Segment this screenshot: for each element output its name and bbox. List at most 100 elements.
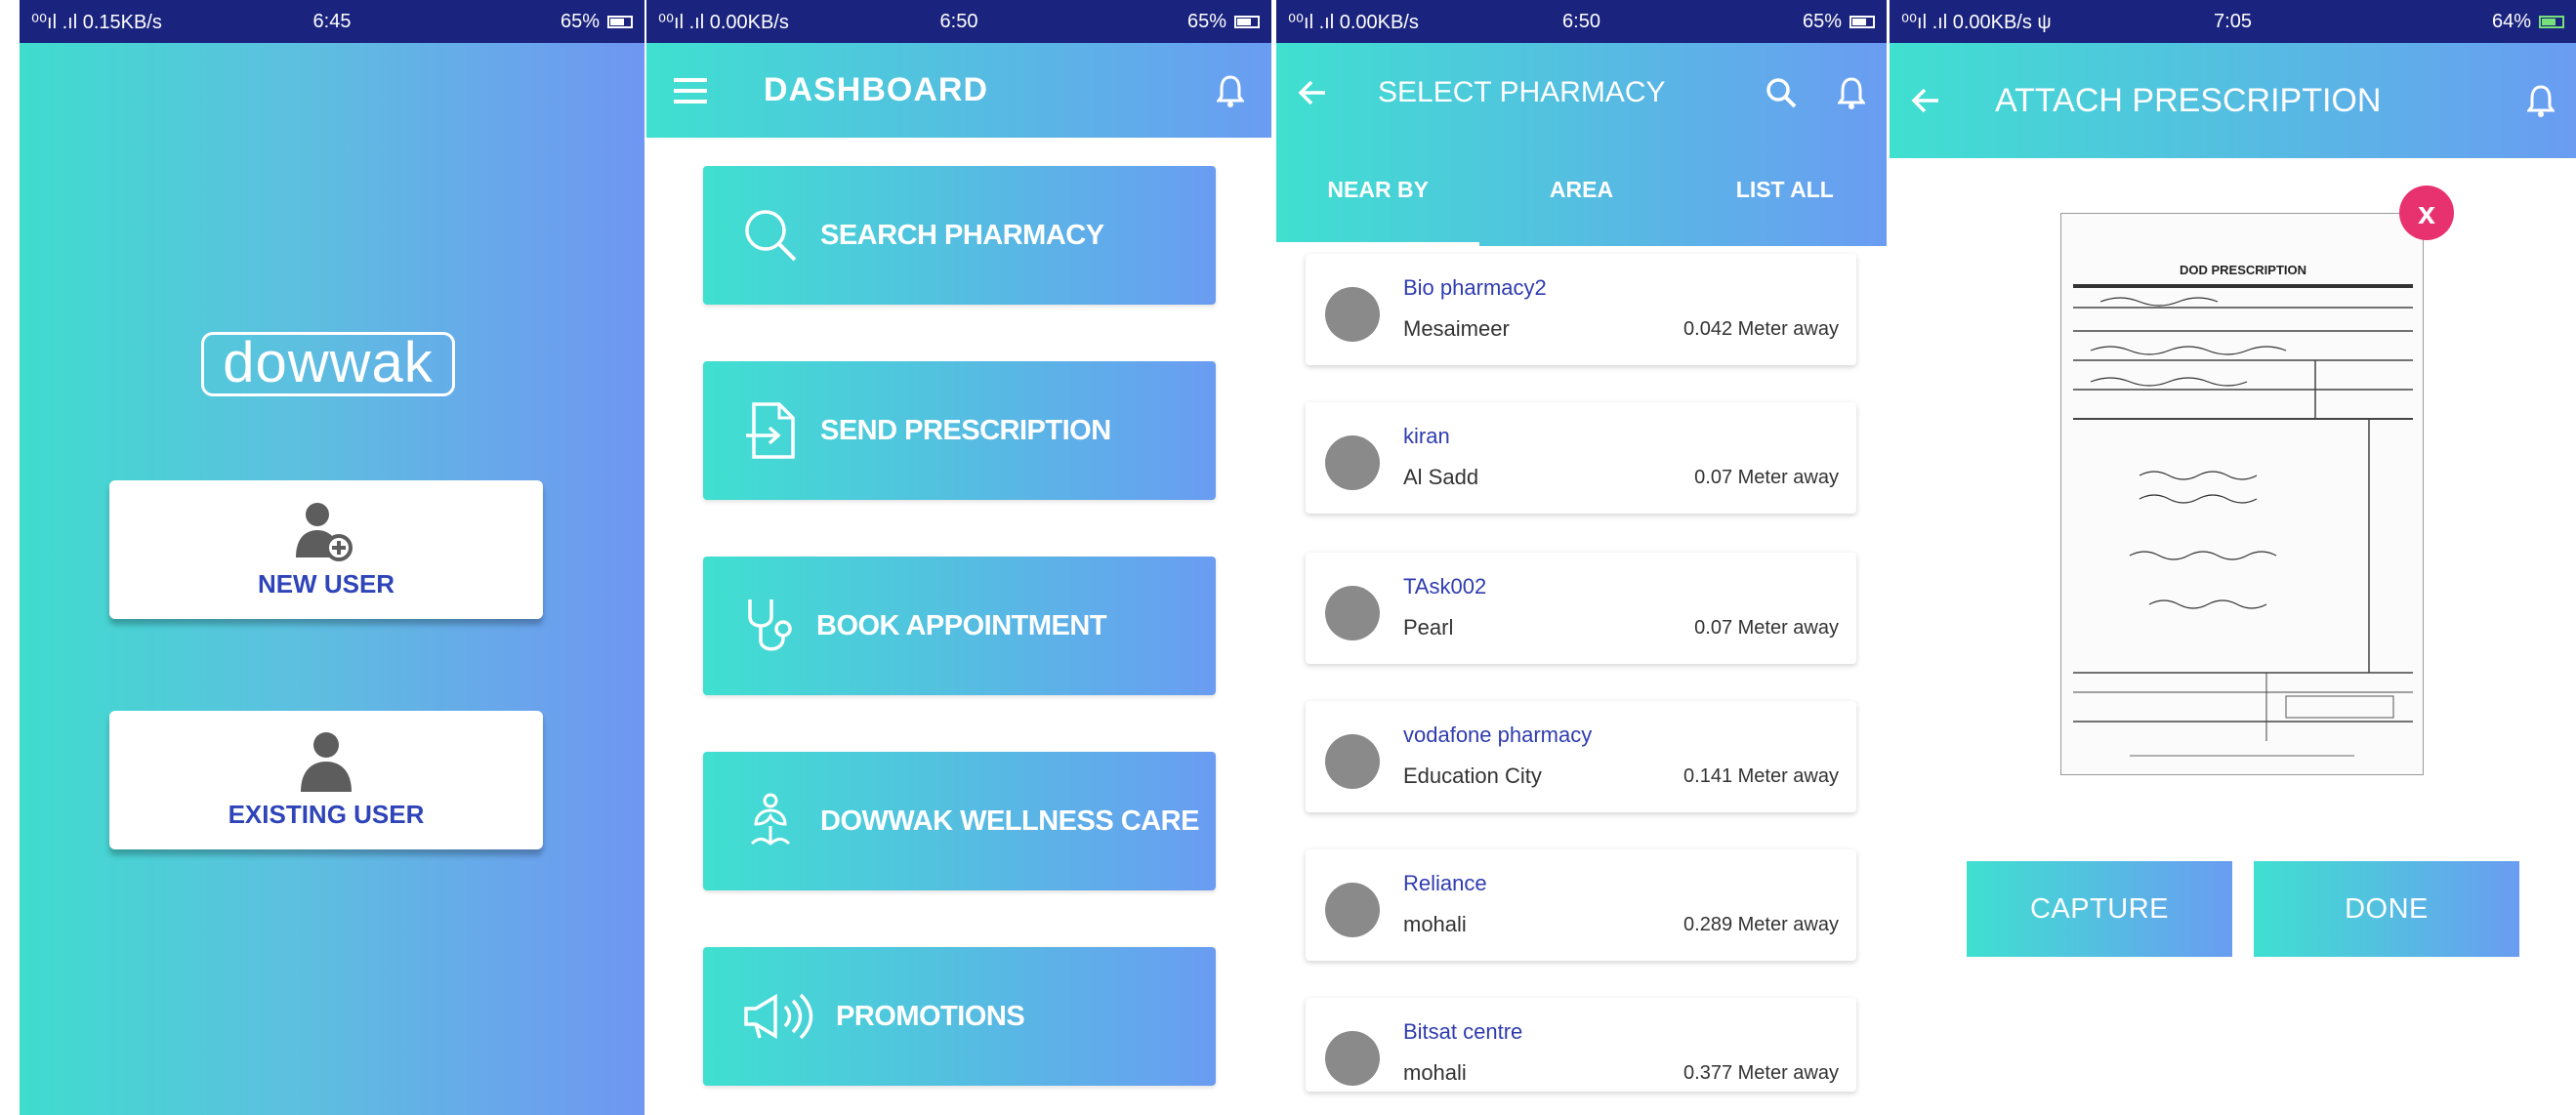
battery-icon bbox=[2538, 15, 2564, 28]
back-arrow-icon[interactable] bbox=[1298, 80, 1327, 105]
existing-user-button[interactable]: EXISTING USER bbox=[109, 711, 543, 849]
search-icon bbox=[745, 210, 797, 262]
battery-status: 65% bbox=[1680, 11, 1875, 33]
book-appointment-label: BOOK APPOINTMENT bbox=[816, 609, 1107, 641]
pharmacy-list-item[interactable]: kiran Al Sadd 0.07 Meter away bbox=[1306, 402, 1856, 514]
user-icon bbox=[301, 731, 352, 792]
pharmacy-area: Education City bbox=[1403, 764, 1542, 788]
page-title: DASHBOARD bbox=[764, 71, 988, 108]
select-pharmacy-screen: ⁰⁰ıl .ıl 0.00KB/s 6:50 65% SELECT PHARMA… bbox=[1276, 0, 1887, 1115]
pharmacy-distance: 0.377 Meter away bbox=[1683, 1062, 1839, 1084]
pharmacy-area: Mesaimeer bbox=[1403, 316, 1510, 341]
promotions-label: PROMOTIONS bbox=[836, 1000, 1025, 1032]
tab-near-by[interactable]: NEAR BY bbox=[1276, 143, 1480, 246]
pharmacy-name: kiran bbox=[1403, 424, 1450, 448]
network-status: ⁰⁰ıl .ıl 0.00KB/s bbox=[1288, 11, 1419, 33]
pharmacy-area: mohali bbox=[1403, 912, 1467, 936]
search-pharmacy-label: SEARCH PHARMACY bbox=[820, 219, 1104, 251]
search-icon[interactable] bbox=[1766, 77, 1797, 108]
tab-list-all[interactable]: LIST ALL bbox=[1683, 143, 1887, 246]
app-bar: SELECT PHARMACY NEAR BY AREA LIST ALL bbox=[1276, 43, 1887, 246]
battery-percent: 65% bbox=[560, 10, 600, 32]
new-user-button[interactable]: NEW USER bbox=[109, 480, 543, 619]
pharmacy-name: Bitsat centre bbox=[1403, 1019, 1523, 1044]
battery-percent: 64% bbox=[2491, 10, 2531, 32]
tab-bar: NEAR BY AREA LIST ALL bbox=[1276, 143, 1887, 246]
prescription-scan: DOD PRESCRIPTION bbox=[2073, 263, 2413, 757]
app-bar: ATTACH PRESCRIPTION bbox=[1890, 43, 2576, 158]
pharmacy-area: mohali bbox=[1403, 1060, 1467, 1085]
network-status: ⁰⁰ıl .ıl 0.00KB/s ψ bbox=[1901, 11, 2052, 33]
battery-icon bbox=[1849, 15, 1875, 28]
status-time: 6:50 bbox=[1562, 10, 1600, 32]
pharmacy-name: Bio pharmacy2 bbox=[1403, 275, 1547, 300]
battery-status: 65% bbox=[1059, 11, 1260, 33]
add-user-icon bbox=[296, 502, 353, 561]
book-appointment-button[interactable]: BOOK APPOINTMENT bbox=[703, 557, 1216, 695]
battery-status: 65% bbox=[433, 11, 633, 33]
send-prescription-button[interactable]: SEND PRESCRIPTION bbox=[703, 361, 1216, 500]
stethoscope-icon bbox=[748, 599, 792, 651]
pharmacy-name: TAsk002 bbox=[1403, 574, 1487, 599]
pharmacy-list-item[interactable]: vodafone pharmacy Education City 0.141 M… bbox=[1306, 701, 1856, 812]
pharmacy-name: Reliance bbox=[1403, 871, 1487, 895]
pharmacy-avatar bbox=[1325, 586, 1380, 640]
document-arrow-icon bbox=[746, 402, 795, 459]
pharmacy-area: Pearl bbox=[1403, 615, 1454, 640]
network-status: ⁰⁰ıl .ıl 0.00KB/s bbox=[658, 11, 789, 33]
new-user-label: NEW USER bbox=[257, 568, 395, 599]
wellness-care-button[interactable]: DOWWAK WELLNESS CARE bbox=[703, 752, 1216, 890]
pharmacy-list-item[interactable]: TAsk002 Pearl 0.07 Meter away bbox=[1306, 553, 1856, 664]
attach-prescription-screen: ⁰⁰ıl .ıl 0.00KB/s ψ 7:05 64% ATTACH PRES… bbox=[1890, 0, 2576, 1115]
app-bar: DASHBOARD bbox=[646, 43, 1271, 138]
pharmacy-name: vodafone pharmacy bbox=[1403, 723, 1593, 747]
pharmacy-avatar bbox=[1325, 1031, 1380, 1086]
bell-icon[interactable] bbox=[1838, 76, 1865, 109]
pharmacy-list-item[interactable]: Reliance mohali 0.289 Meter away bbox=[1306, 849, 1856, 961]
pharmacy-avatar bbox=[1325, 435, 1380, 490]
status-bar: ⁰⁰ıl .ıl 0.00KB/s 6:50 65% bbox=[646, 0, 1271, 43]
pharmacy-list-item[interactable]: Bitsat centre mohali 0.377 Meter away bbox=[1306, 998, 1856, 1092]
network-status: ⁰⁰ıl .ıl 0.15KB/s bbox=[31, 11, 162, 33]
wellness-care-label: DOWWAK WELLNESS CARE bbox=[820, 805, 1199, 837]
promotions-button[interactable]: PROMOTIONS bbox=[703, 947, 1216, 1086]
pharmacy-avatar bbox=[1325, 287, 1380, 342]
existing-user-label: EXISTING USER bbox=[228, 799, 425, 829]
back-arrow-icon[interactable] bbox=[1911, 88, 1940, 113]
status-time: 7:05 bbox=[2214, 10, 2252, 32]
prescription-doc-title: DOD PRESCRIPTION bbox=[2180, 263, 2306, 277]
status-bar: ⁰⁰ıl .ıl 0.15KB/s 6:45 65% bbox=[20, 0, 644, 43]
tab-area[interactable]: AREA bbox=[1479, 143, 1683, 246]
pharmacy-list-item[interactable]: Bio pharmacy2 Mesaimeer 0.042 Meter away bbox=[1306, 254, 1856, 365]
send-prescription-label: SEND PRESCRIPTION bbox=[820, 414, 1111, 446]
pharmacy-avatar bbox=[1325, 734, 1380, 789]
status-time: 6:45 bbox=[312, 10, 352, 32]
status-time: 6:50 bbox=[939, 10, 978, 32]
capture-button[interactable]: CAPTURE bbox=[1967, 861, 2232, 957]
pharmacy-distance: 0.042 Meter away bbox=[1683, 318, 1839, 340]
hamburger-menu-icon[interactable] bbox=[674, 77, 707, 103]
battery-status: 64% bbox=[2344, 11, 2564, 33]
toolbar: SELECT PHARMACY bbox=[1276, 43, 1887, 143]
battery-percent: 65% bbox=[1186, 10, 1226, 32]
battery-icon bbox=[1233, 15, 1260, 28]
search-pharmacy-button[interactable]: SEARCH PHARMACY bbox=[703, 166, 1216, 305]
page-title: ATTACH PRESCRIPTION bbox=[1995, 81, 2382, 119]
bell-icon[interactable] bbox=[1217, 74, 1244, 107]
status-bar: ⁰⁰ıl .ıl 0.00KB/s ψ 7:05 64% bbox=[1890, 0, 2576, 43]
login-screen: ⁰⁰ıl .ıl 0.15KB/s 6:45 65% dowwak NEW US… bbox=[20, 0, 644, 1115]
pharmacy-distance: 0.07 Meter away bbox=[1694, 467, 1839, 488]
battery-percent: 65% bbox=[1802, 10, 1842, 32]
pharmacy-area: Al Sadd bbox=[1403, 465, 1479, 489]
dashboard-screen: ⁰⁰ıl .ıl 0.00KB/s 6:50 65% DASHBOARD SEA… bbox=[646, 0, 1271, 1115]
remove-prescription-button[interactable]: x bbox=[2399, 186, 2454, 240]
bell-icon[interactable] bbox=[2527, 84, 2555, 117]
pharmacy-avatar bbox=[1325, 883, 1380, 937]
done-button[interactable]: DONE bbox=[2254, 861, 2519, 957]
prescription-image: DOD PRESCRIPTION bbox=[2060, 213, 2424, 775]
status-bar: ⁰⁰ıl .ıl 0.00KB/s 6:50 65% bbox=[1276, 0, 1887, 43]
pharmacy-distance: 0.07 Meter away bbox=[1694, 617, 1839, 639]
battery-icon bbox=[606, 15, 633, 28]
pharmacy-distance: 0.289 Meter away bbox=[1683, 914, 1839, 935]
pharmacy-distance: 0.141 Meter away bbox=[1683, 765, 1839, 787]
